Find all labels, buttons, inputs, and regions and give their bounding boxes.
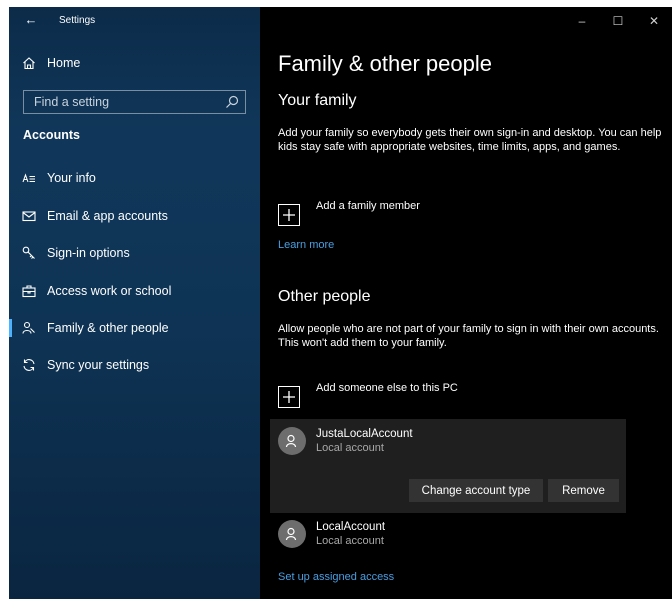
sidebar-item-label: Sign-in options <box>47 246 130 260</box>
sidebar-item-label: Email & app accounts <box>47 209 168 223</box>
sidebar-item-label: Your info <box>47 171 96 185</box>
sync-icon <box>9 358 47 372</box>
search-icon[interactable] <box>225 95 239 109</box>
sidebar-item-home[interactable]: Home <box>9 46 260 80</box>
section-header-accounts: Accounts <box>23 128 80 142</box>
add-someone-else-label: Add someone else to this PC <box>316 382 458 394</box>
titlebar: ← Settings <box>9 7 260 35</box>
add-family-member-button[interactable]: Add a family member <box>278 200 420 226</box>
settings-window: ← Settings Home Accounts Your info <box>9 7 672 599</box>
sidebar: ← Settings Home Accounts Your info <box>9 7 260 599</box>
change-account-type-button[interactable]: Change account type <box>409 479 543 502</box>
window-controls: – ☐ ✕ <box>564 7 672 35</box>
user-icon <box>285 527 297 541</box>
account-type: Local account <box>316 535 384 547</box>
sidebar-item-label: Sync your settings <box>47 358 150 372</box>
close-button[interactable]: ✕ <box>636 7 672 35</box>
briefcase-icon <box>9 284 47 298</box>
minimize-button[interactable]: – <box>564 7 600 35</box>
sidebar-item-label: Access work or school <box>47 284 172 298</box>
sidebar-item-label: Family & other people <box>47 321 169 335</box>
mail-icon <box>9 209 47 223</box>
add-family-member-label: Add a family member <box>316 200 420 212</box>
avatar <box>278 520 306 548</box>
account-item-localaccount[interactable]: LocalAccount Local account <box>278 520 385 548</box>
plus-icon <box>278 386 300 408</box>
active-indicator <box>9 319 12 337</box>
sidebar-item-sign-in-options[interactable]: Sign-in options <box>9 236 260 270</box>
user-icon <box>285 434 297 448</box>
sidebar-item-sync-your-settings[interactable]: Sync your settings <box>9 348 260 382</box>
maximize-button[interactable]: ☐ <box>600 7 636 35</box>
your-family-description: Add your family so everybody gets their … <box>278 127 662 153</box>
other-people-heading: Other people <box>278 288 371 305</box>
account-type: Local account <box>316 442 384 454</box>
account-name: LocalAccount <box>316 521 386 533</box>
your-family-heading: Your family <box>278 92 357 109</box>
set-up-assigned-access-link[interactable]: Set up assigned access <box>278 571 394 583</box>
sidebar-item-label: Home <box>47 56 81 70</box>
sidebar-item-access-work-or-school[interactable]: Access work or school <box>9 274 260 308</box>
account-name: JustaLocalAccount <box>316 428 413 440</box>
account-item-justalocalaccount[interactable]: JustaLocalAccount Local account <box>278 427 413 455</box>
key-icon <box>9 246 47 260</box>
people-icon <box>9 321 47 335</box>
home-icon <box>9 56 47 70</box>
sidebar-item-your-info[interactable]: Your info <box>9 161 260 195</box>
other-people-description: Allow people who are not part of your fa… <box>278 323 659 349</box>
page-title: Family & other people <box>278 51 492 76</box>
main-content: – ☐ ✕ Family & other people Your family … <box>260 7 672 599</box>
learn-more-link[interactable]: Learn more <box>278 239 334 251</box>
search-field[interactable] <box>23 90 246 114</box>
avatar <box>278 427 306 455</box>
sidebar-item-family-other-people[interactable]: Family & other people <box>9 311 260 345</box>
account-card-expanded: JustaLocalAccount Local account Change a… <box>270 419 626 513</box>
add-someone-else-button[interactable]: Add someone else to this PC <box>278 382 458 408</box>
search-input[interactable] <box>24 91 214 113</box>
remove-button[interactable]: Remove <box>548 479 619 502</box>
app-title: Settings <box>59 15 96 26</box>
back-button[interactable]: ← <box>21 11 41 29</box>
sidebar-item-email-app-accounts[interactable]: Email & app accounts <box>9 199 260 233</box>
plus-icon <box>278 204 300 226</box>
person-list-icon <box>9 171 47 185</box>
